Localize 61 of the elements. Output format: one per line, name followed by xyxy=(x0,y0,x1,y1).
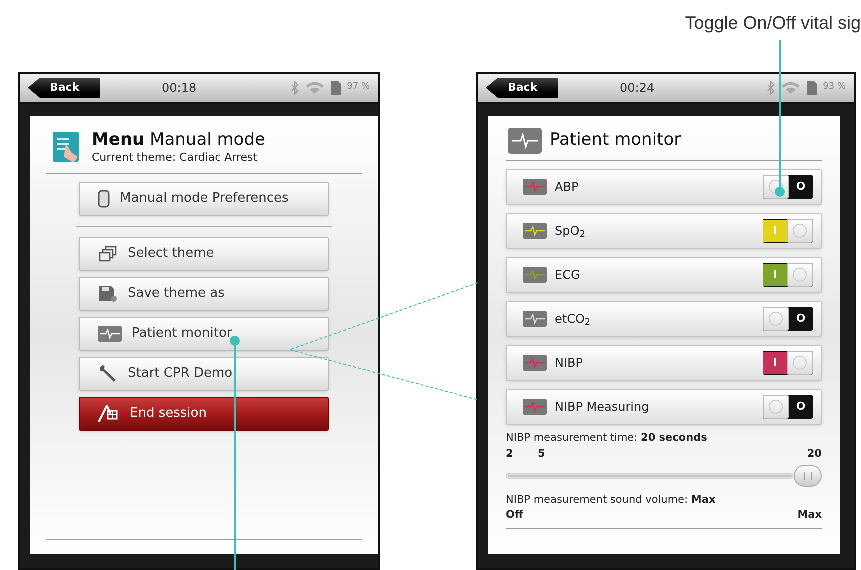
heartbeat-icon xyxy=(98,326,122,342)
wrench-icon xyxy=(98,364,118,384)
back-button[interactable]: Back xyxy=(486,78,558,98)
battery-percent: 97 % xyxy=(347,81,370,94)
setting-label: NIBP measurement time: 20 seconds xyxy=(506,431,708,446)
waveform-icon xyxy=(523,267,547,283)
wifi-icon xyxy=(305,81,326,95)
menu-button[interactable]: Manual mode Preferences xyxy=(79,182,329,216)
toggle-knob xyxy=(787,351,813,375)
battery-percent: 93 % xyxy=(823,81,846,94)
callout-caption: Toggle On/Off vital sig xyxy=(685,12,861,35)
toggle-switch[interactable]: O xyxy=(763,307,813,331)
waveform-icon xyxy=(523,399,547,415)
toggle-knob xyxy=(787,263,813,287)
vital-sign-label: ABP xyxy=(555,179,579,196)
waveform-icon xyxy=(523,355,547,371)
vital-sign-label: etCO$_{2}$ xyxy=(555,311,591,328)
dialog-title: Patient monitor xyxy=(550,129,682,152)
dialog-subtitle: Current theme: Cardiac Arrest xyxy=(92,151,259,165)
waveform-icon xyxy=(523,179,547,195)
clock-time: 00:18 xyxy=(162,80,197,97)
back-button[interactable]: Back xyxy=(28,78,100,98)
menu-button[interactable]: Save theme as xyxy=(79,277,329,311)
floppy-disk-icon xyxy=(98,285,118,303)
setting-label: NIBP measurement sound volume: Max xyxy=(506,492,717,508)
vital-sign-label: NIBP xyxy=(555,355,583,372)
slider-min-label: Off xyxy=(506,508,524,524)
waveform-icon xyxy=(523,311,547,327)
bluetooth-icon xyxy=(291,81,300,95)
bluetooth-icon xyxy=(767,81,776,95)
menu-button[interactable]: Start CPR Demo xyxy=(79,357,329,391)
clock-time: 00:24 xyxy=(620,80,655,97)
toggle-switch[interactable]: O xyxy=(763,395,813,419)
toggle-state-label: I xyxy=(763,220,787,242)
checkered-flag-icon xyxy=(98,405,120,423)
toggle-knob xyxy=(763,395,789,419)
waveform-icon xyxy=(523,223,547,239)
slider-max-label: Max xyxy=(798,508,822,524)
dialog-title: Menu Manual mode xyxy=(92,130,266,152)
toggle-switch[interactable]: I xyxy=(763,351,813,375)
stacked-windows-icon xyxy=(98,246,118,262)
menu-button[interactable]: End session xyxy=(79,397,329,431)
menu-button[interactable]: Select theme xyxy=(79,237,329,271)
device-icon xyxy=(98,190,110,208)
heartbeat-icon xyxy=(508,128,542,154)
sd-card-icon xyxy=(331,81,342,95)
sd-card-icon xyxy=(807,81,818,95)
vital-sign-label: SpO$_{2}$ xyxy=(555,223,586,240)
toggle-state-label: I xyxy=(763,352,787,374)
slider-tick-label: 2 xyxy=(506,446,514,462)
menu-button[interactable]: Patient monitor xyxy=(79,317,329,351)
toggle-switch[interactable]: O xyxy=(763,175,813,199)
vital-sign-label: NIBP Measuring xyxy=(555,399,650,416)
wifi-icon xyxy=(781,81,802,95)
slider-thumb[interactable] xyxy=(794,464,822,486)
toggle-knob xyxy=(763,307,789,331)
toggle-knob xyxy=(787,219,813,243)
toggle-state-label: I xyxy=(763,264,787,286)
vital-sign-label: ECG xyxy=(555,267,580,284)
slider-tick-label: 5 xyxy=(538,446,546,462)
slider-tick-label: 20 xyxy=(807,446,822,462)
